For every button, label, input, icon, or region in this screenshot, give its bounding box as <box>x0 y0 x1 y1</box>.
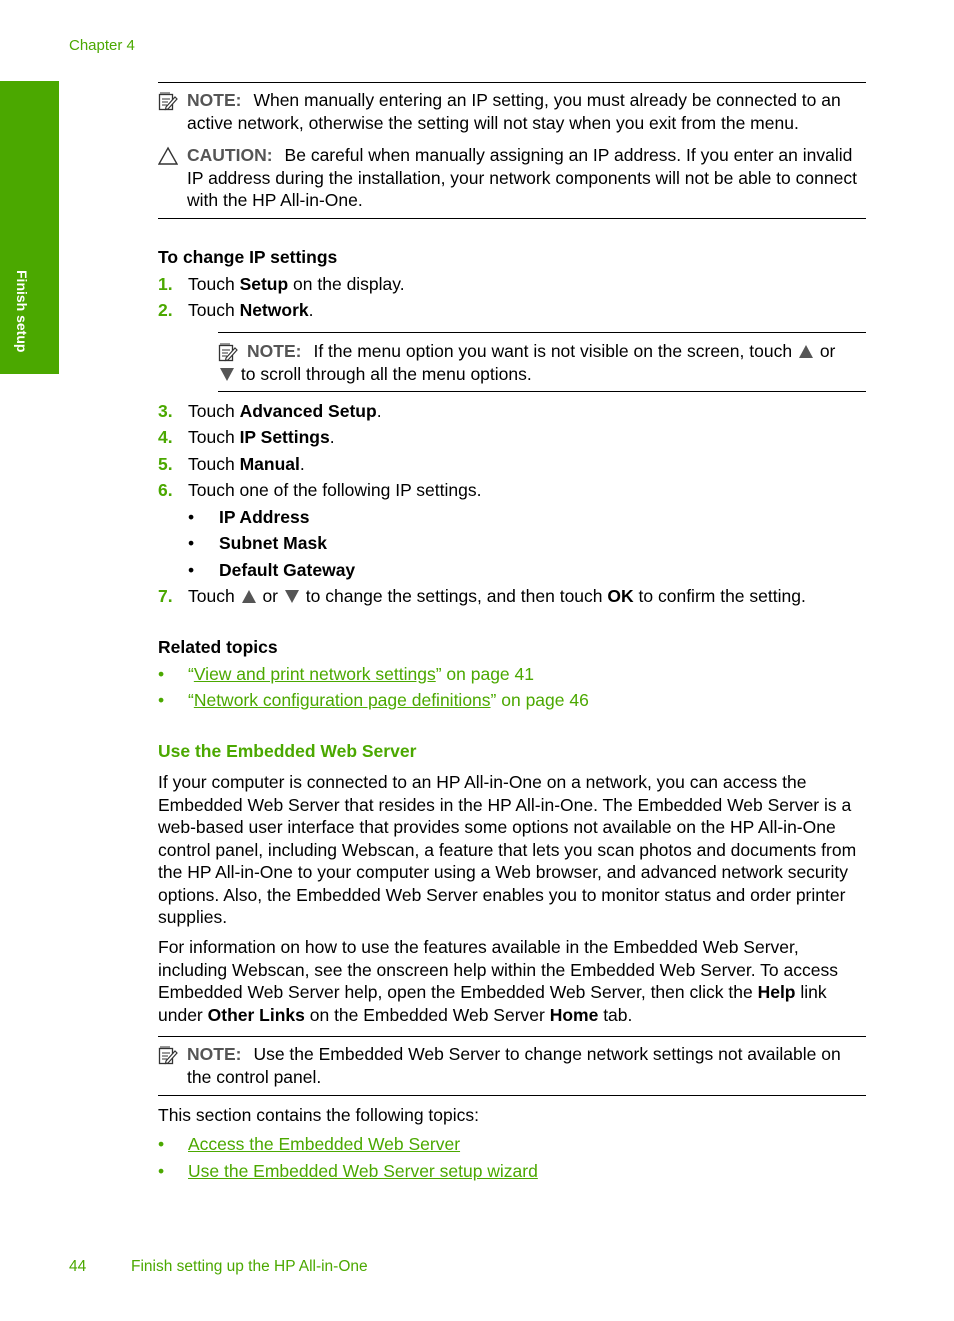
top-admonition-block: NOTE: When manually entering an IP settin… <box>158 82 866 219</box>
procedure-title: To change IP settings <box>158 247 338 267</box>
chapter-header: Chapter 4 <box>69 37 135 54</box>
note-admonition: NOTE: When manually entering an IP settin… <box>158 89 866 134</box>
footer-title: Finish setting up the HP All-in-One <box>131 1258 368 1275</box>
note-pencil-icon <box>218 343 238 362</box>
step-number: 4. <box>158 427 173 447</box>
step-5: 5. Touch Manual. <box>158 454 305 475</box>
step-6: 6. Touch one of the following IP settings… <box>158 480 481 501</box>
down-arrow-icon <box>284 590 299 603</box>
note-pencil-icon <box>158 1046 178 1065</box>
ip-option: • Default Gateway <box>188 560 356 580</box>
paragraph-bold: Home <box>549 1004 599 1025</box>
step-text: . <box>329 427 335 447</box>
topic-link[interactable]: Access the Embedded Web Server <box>188 1134 460 1154</box>
step-4: 4. Touch IP Settings. <box>158 427 335 448</box>
step-number: 3. <box>158 401 173 421</box>
step-bold: Advanced Setup <box>239 401 377 421</box>
note-pencil-icon <box>158 92 178 111</box>
related-topic-item: • “Network configuration page definitions… <box>158 690 589 710</box>
step-text: to confirm the setting. <box>638 586 806 606</box>
ews-paragraph-2: For information on how to use the featur… <box>158 936 870 1026</box>
step2-note-block: NOTE: If the menu option you want is not … <box>218 332 866 392</box>
step-text: . <box>299 454 305 474</box>
step-number: 2. <box>158 300 173 320</box>
step-number: 6. <box>158 480 173 500</box>
step-text: Touch <box>188 274 240 294</box>
step-bold: Network <box>239 300 309 320</box>
note-text: When manually entering an IP setting, yo… <box>187 90 841 133</box>
related-topic-link[interactable]: Network configuration page definitions <box>194 690 491 710</box>
step-3: 3. Touch Advanced Setup. <box>158 401 382 422</box>
step-text: . <box>376 401 382 421</box>
ews-note-block: NOTE: Use the Embedded Web Server to chan… <box>158 1036 866 1096</box>
topics-intro: This section contains the following topi… <box>158 1105 479 1125</box>
ip-option-label: IP Address <box>219 507 310 527</box>
page-reference: ” on page 41 <box>435 664 534 684</box>
step-text: to change the settings, and then touch <box>305 586 603 606</box>
related-topic-item: • “View and print network settings” on pa… <box>158 664 534 684</box>
note-label: NOTE: <box>187 90 242 110</box>
step-text: Touch <box>188 427 240 447</box>
ip-option: • Subnet Mask <box>188 533 327 553</box>
up-arrow-icon <box>241 590 256 603</box>
caution-triangle-icon <box>158 146 178 165</box>
step-text: Touch <box>188 454 240 474</box>
topic-item: • Use the Embedded Web Server setup wizar… <box>158 1161 538 1181</box>
step-text: or <box>262 586 279 606</box>
note-admonition: NOTE: If the menu option you want is not … <box>218 340 866 385</box>
step-bold: Setup <box>239 274 289 294</box>
step-text: Touch <box>188 401 240 421</box>
step-text: on the display. <box>288 274 405 294</box>
step-number: 5. <box>158 454 173 474</box>
caution-text: Be careful when manually assigning an IP… <box>187 145 857 210</box>
note-text: or <box>819 341 836 361</box>
step-text: Touch <box>188 300 240 320</box>
step-text: Touch one of the following IP settings. <box>188 480 482 500</box>
caution-label: CAUTION: <box>187 145 273 165</box>
note-label: NOTE: <box>247 341 302 361</box>
step-text: Touch <box>188 586 235 606</box>
note-text: If the menu option you want is not visib… <box>313 341 793 361</box>
related-topics-title: Related topics <box>158 637 278 657</box>
step-7: 7. Touch or to change the settings, and t… <box>158 586 806 607</box>
note-text: Use the Embedded Web Server to change ne… <box>187 1044 841 1087</box>
ip-option-label: Subnet Mask <box>219 533 327 553</box>
step-number: 7. <box>158 586 173 606</box>
note-admonition: NOTE: Use the Embedded Web Server to chan… <box>158 1043 866 1088</box>
up-arrow-icon <box>798 345 813 358</box>
topic-item: • Access the Embedded Web Server <box>158 1134 461 1154</box>
step-text: . <box>308 300 314 320</box>
section-title: Use the Embedded Web Server <box>158 741 417 761</box>
page-number: 44 <box>69 1258 87 1275</box>
related-topic-link[interactable]: View and print network settings <box>194 664 436 684</box>
paragraph-text: tab. <box>598 1004 633 1025</box>
caution-admonition: CAUTION: Be careful when manually assigni… <box>158 144 866 212</box>
step-bold: Manual <box>239 454 300 474</box>
paragraph-text: on the Embedded Web Server <box>304 1004 550 1025</box>
down-arrow-icon <box>220 367 234 381</box>
step-1: 1. Touch Setup on the display. <box>158 274 405 295</box>
note-text: to scroll through all the menu options. <box>240 363 532 384</box>
topic-link[interactable]: Use the Embedded Web Server setup wizard <box>188 1161 538 1181</box>
step-2: 2. Touch Network. <box>158 300 313 321</box>
side-tab-label: Finish setup <box>14 270 30 353</box>
step-bold: OK <box>607 586 634 606</box>
paragraph-bold: Other Links <box>207 1004 305 1025</box>
paragraph-bold: Help <box>757 982 796 1002</box>
ews-paragraph-1: If your computer is connected to an HP A… <box>158 772 857 927</box>
step-number: 1. <box>158 274 173 294</box>
page-reference: ” on page 46 <box>490 690 589 710</box>
note-label: NOTE: <box>187 1044 242 1064</box>
paragraph-text: For information on how to use the featur… <box>158 937 838 1002</box>
ip-option: • IP Address <box>188 507 310 527</box>
step-bold: IP Settings <box>239 427 330 447</box>
ip-option-label: Default Gateway <box>219 560 356 580</box>
